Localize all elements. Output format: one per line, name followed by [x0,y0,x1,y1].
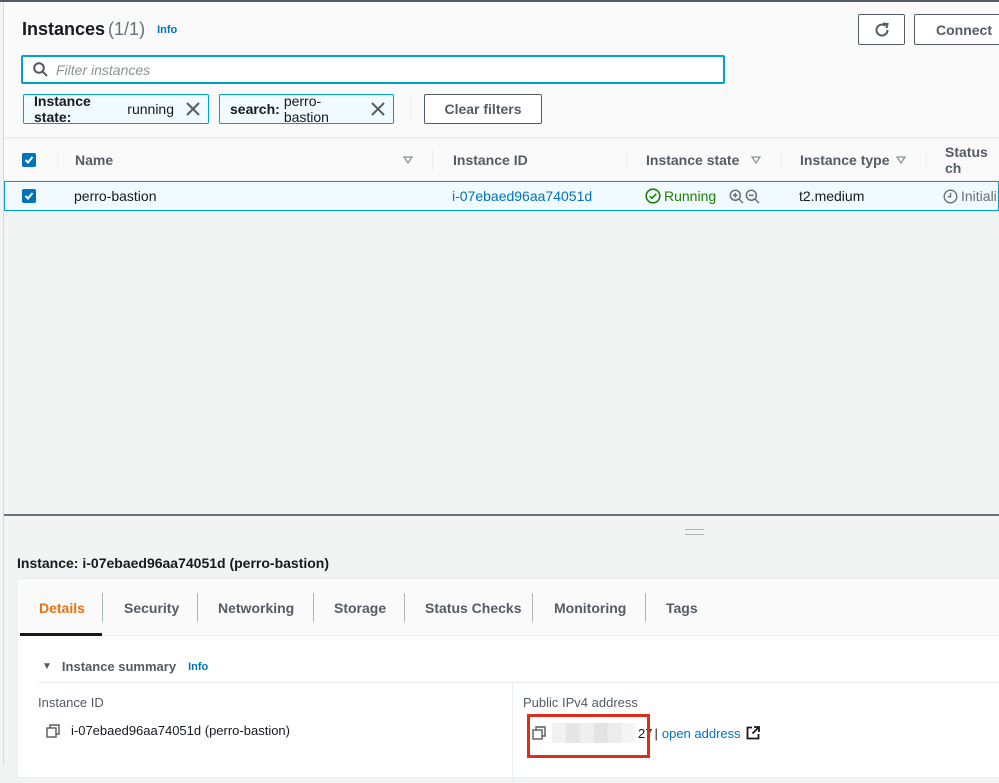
column-header-name[interactable]: Name [75,139,415,181]
column-header-instance-state[interactable]: Instance state [646,139,766,181]
filter-key: Instance state: [34,93,91,125]
instance-id-label: Instance ID [38,695,104,710]
open-address-link[interactable]: open address [662,726,741,741]
remove-filter-icon[interactable] [371,102,385,116]
external-link-icon[interactable] [746,726,760,740]
status-check-text: Initiali [961,188,997,204]
column-separator [512,683,513,783]
sort-icon[interactable] [751,156,761,164]
column-header-instance-id[interactable]: Instance ID [453,139,528,181]
filter-key: search: [230,101,280,117]
table-header: Name Instance ID Instance state Instance… [4,139,999,181]
tab-tags[interactable]: Tags [666,579,698,636]
details-title: Instance: i-07ebaed96aa74051d (perro-bas… [17,555,330,571]
filter-value: perro-bastion [283,93,329,125]
column-header-instance-type[interactable]: Instance type [800,139,920,181]
instance-summary-header: ▼ Instance summary Info [42,659,208,674]
column-label: Instance type [800,152,890,168]
column-divider [432,149,433,171]
search-icon [33,62,48,77]
tab-separator [532,593,533,622]
tab-networking[interactable]: Networking [218,579,294,636]
details-panel: Details Security Networking Storage Stat… [17,578,999,783]
clear-filters-button[interactable]: Clear filters [424,94,542,124]
summary-divider [38,682,999,683]
column-divider [926,149,927,171]
summary-info-link[interactable]: Info [188,661,208,673]
column-divider [626,149,627,171]
instances-header: Instances(1/1) Info Connect Instance stat… [4,2,999,138]
active-tab-indicator [20,633,102,636]
filter-value: running [127,101,174,117]
check-icon [24,192,34,200]
resize-handle[interactable] [685,529,704,535]
column-label: Instance ID [453,152,528,168]
info-link[interactable]: Info [157,24,177,36]
instance-type: t2.medium [799,188,865,204]
sort-icon[interactable] [403,156,413,164]
tab-storage[interactable]: Storage [334,579,386,636]
tab-separator [313,593,314,622]
tab-separator [404,593,405,622]
instance-id-value: i-07ebaed96aa74051d (perro-bastion) [46,723,290,738]
instance-count: (1/1) [108,19,146,39]
select-all-cell [22,139,36,181]
search-input[interactable] [56,61,696,78]
column-divider [57,149,58,171]
refresh-icon [875,22,889,37]
summary-title: Instance summary [61,659,177,674]
table-row[interactable]: perro-bastion i-07ebaed96aa74051d Runnin… [4,181,999,211]
title-text: Instances [22,19,106,39]
column-label: Instance state [646,152,740,168]
highlight-box [527,714,650,758]
page-title: Instances (1/1) Info [22,19,177,40]
tab-separator [197,593,198,622]
row-checkbox[interactable] [22,189,36,203]
public-ip-label: Public IPv4 address [523,695,638,710]
tab-separator [645,593,646,622]
split-panel-divider [4,514,999,516]
column-label: Name [75,152,114,168]
tab-separator [102,593,103,622]
column-divider [781,149,782,171]
status-check: Initiali [943,182,997,210]
zoom-out-icon[interactable] [745,189,760,204]
collapse-caret-icon[interactable]: ▼ [42,661,52,672]
refresh-button[interactable] [858,14,905,45]
sort-icon[interactable] [896,156,906,164]
check-icon [24,156,34,164]
column-header-status-check[interactable]: Status ch [945,139,999,181]
tab-security[interactable]: Security [124,579,179,636]
connect-button[interactable]: Connect [914,14,999,45]
tab-status-checks[interactable]: Status Checks [425,579,521,636]
token-separator [410,96,411,122]
instance-id-link[interactable]: i-07ebaed96aa74051d [452,182,592,210]
copy-icon[interactable] [46,723,60,738]
column-label: Status ch [945,144,988,176]
filter-search[interactable] [21,55,725,84]
row-select-cell [22,182,36,210]
instances-panel: Instances(1/1) Info Connect Instance stat… [4,2,999,514]
state-text: Running [664,188,717,204]
tab-monitoring[interactable]: Monitoring [554,579,626,636]
clock-icon [943,188,958,204]
filter-token-instance-state: Instance state: running [23,93,209,125]
instance-state: Running [645,182,716,210]
check-circle-icon [645,188,661,204]
instance-name: perro-bastion [74,188,157,204]
tab-details[interactable]: Details [39,579,85,636]
instance-id-text: i-07ebaed96aa74051d (perro-bastion) [71,723,290,738]
details-tabs: Details Security Networking Storage Stat… [18,579,999,636]
select-all-checkbox[interactable] [22,153,36,167]
pipe-separator: | [654,725,658,741]
zoom-controls [729,182,760,210]
zoom-in-icon[interactable] [729,189,744,204]
remove-filter-icon[interactable] [186,102,200,116]
filter-token-search: search: perro-bastion [219,93,394,125]
